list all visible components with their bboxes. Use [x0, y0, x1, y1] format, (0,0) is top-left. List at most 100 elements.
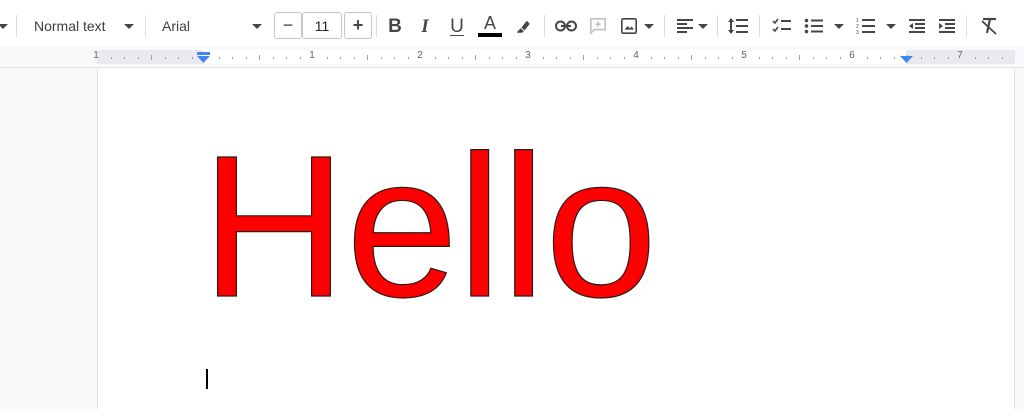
underline-icon: U	[450, 15, 464, 37]
image-icon	[620, 17, 638, 35]
ruler-tick	[192, 57, 193, 59]
decrease-font-size-button[interactable]: −	[274, 12, 302, 39]
clear-formatting-button[interactable]	[976, 11, 1004, 41]
ruler-number: 7	[957, 50, 963, 61]
link-icon	[555, 20, 577, 32]
bold-button[interactable]: B	[382, 11, 408, 41]
bulleted-list-dropdown[interactable]	[800, 11, 848, 41]
ruler-tick	[394, 57, 395, 59]
chevron-down-icon	[834, 24, 844, 29]
document-page[interactable]: Hello	[97, 69, 1015, 409]
ruler-tick	[381, 57, 382, 59]
toolbar-divider	[759, 15, 760, 37]
increase-indent-icon	[939, 19, 955, 33]
ruler-tick	[705, 57, 706, 59]
ruler-number: 5	[741, 50, 747, 61]
increase-font-size-button[interactable]: +	[344, 12, 372, 39]
ruler-tick	[408, 57, 409, 59]
ruler-tick	[732, 57, 733, 59]
comment-icon	[589, 17, 607, 35]
underline-button[interactable]: U	[444, 11, 470, 41]
toolbar-divider	[664, 15, 665, 37]
text-cursor	[206, 369, 208, 389]
ruler-tick	[219, 57, 220, 59]
insert-image-button[interactable]	[616, 11, 658, 41]
ruler-number: 4	[633, 50, 639, 61]
ruler-tick	[165, 57, 166, 59]
zoom-dropdown-caret[interactable]	[0, 11, 10, 41]
add-comment-button[interactable]	[584, 11, 612, 41]
ruler-tick	[543, 57, 544, 59]
ruler-tick	[813, 57, 814, 59]
checklist-button[interactable]	[768, 11, 796, 41]
chevron-down-icon	[644, 23, 654, 29]
ruler-tick	[300, 57, 301, 59]
italic-icon: I	[421, 15, 429, 37]
numbered-list-icon: 1 2 3	[856, 18, 875, 35]
font-family-dropdown[interactable]: Arial	[152, 11, 270, 41]
ruler-tick	[610, 57, 611, 59]
ruler-tick	[597, 57, 598, 59]
ruler-tick	[691, 55, 692, 60]
align-left-icon	[677, 19, 693, 33]
toolbar-divider	[717, 15, 718, 37]
text-color-swatch	[478, 32, 502, 37]
ruler-tick	[948, 57, 949, 59]
ruler-tick	[718, 57, 719, 59]
line-spacing-button[interactable]	[724, 11, 752, 41]
ruler-tick	[759, 57, 760, 59]
ruler-tick	[475, 55, 476, 60]
toolbar-divider	[16, 15, 17, 37]
ruler-tick	[583, 55, 584, 60]
insert-link-button[interactable]	[552, 11, 580, 41]
ruler-tick	[516, 57, 517, 59]
align-dropdown[interactable]	[672, 11, 712, 41]
document-body-text[interactable]: Hello	[200, 124, 658, 327]
ruler-tick	[556, 57, 557, 59]
ruler-tick	[151, 55, 152, 60]
ruler-tick	[826, 57, 827, 59]
decrease-indent-icon	[909, 19, 925, 33]
ruler-tick	[111, 57, 112, 59]
ruler-tick	[124, 57, 125, 59]
ruler-tick	[448, 57, 449, 59]
text-color-button[interactable]: A	[476, 11, 504, 41]
ruler-tick	[988, 57, 989, 59]
ruler-tick	[772, 57, 773, 59]
font-size-input[interactable]: 11	[302, 12, 342, 39]
ruler-tick	[786, 57, 787, 59]
font-family-value: Arial	[162, 18, 191, 34]
chevron-down-icon	[252, 24, 262, 29]
decrease-indent-button[interactable]	[904, 11, 930, 41]
chevron-down-icon	[698, 23, 708, 29]
clear-formatting-icon	[981, 17, 997, 35]
ruler-tick	[435, 57, 436, 59]
right-indent-marker[interactable]	[900, 56, 913, 64]
ruler-number: 6	[849, 50, 855, 61]
ruler-tick	[462, 57, 463, 59]
numbered-list-dropdown[interactable]: 1 2 3	[852, 11, 900, 41]
ruler-tick	[178, 57, 179, 59]
ruler-tick	[921, 57, 922, 59]
chevron-down-icon	[0, 23, 8, 29]
ruler-tick	[840, 57, 841, 59]
ruler-tick	[664, 57, 665, 59]
ruler-tick	[880, 57, 881, 59]
horizontal-ruler[interactable]: 1 1 2 3 4 5 6 7	[0, 46, 1024, 68]
toolbar-divider	[544, 15, 545, 37]
ruler-number: 1	[93, 50, 99, 61]
highlighter-icon	[517, 20, 530, 33]
ruler-tick	[138, 57, 139, 59]
paragraph-style-dropdown[interactable]: Normal text	[26, 11, 138, 41]
ruler-tick	[367, 55, 368, 60]
ruler-tick	[570, 57, 571, 59]
ruler-tick	[502, 57, 503, 59]
ruler-tick	[1002, 57, 1003, 59]
minus-icon: −	[282, 15, 294, 35]
increase-indent-button[interactable]	[934, 11, 960, 41]
left-indent-marker[interactable]	[197, 52, 210, 64]
ruler-tick	[678, 57, 679, 59]
highlight-color-button[interactable]	[510, 11, 536, 41]
ruler-tick	[651, 57, 652, 59]
italic-button[interactable]: I	[412, 11, 438, 41]
